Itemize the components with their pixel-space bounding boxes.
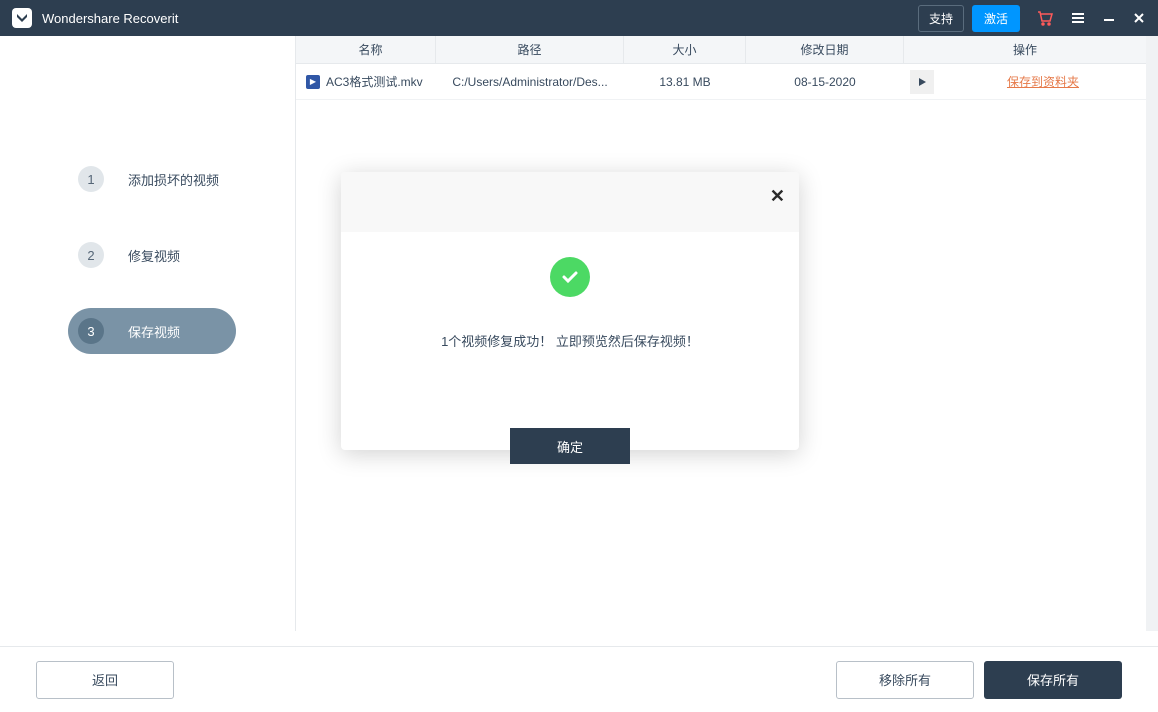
- step-number: 2: [78, 242, 104, 268]
- cart-icon[interactable]: [1036, 9, 1054, 27]
- sidebar-step-add[interactable]: 1 添加损坏的视频: [0, 156, 295, 202]
- footer: 返回 移除所有 保存所有: [0, 646, 1158, 712]
- cell-date: 08-15-2020: [746, 64, 904, 99]
- table-row[interactable]: ▶ AC3格式测试.mkv C:/Users/Administrator/Des…: [296, 64, 1146, 100]
- play-button[interactable]: [910, 70, 934, 94]
- success-check-icon: [550, 257, 590, 297]
- success-dialog: ✕ 1个视频修复成功！ 立即预览然后保存视频！ 确定: [341, 172, 799, 450]
- header-name: 名称: [296, 36, 436, 63]
- sidebar: 1 添加损坏的视频 2 修复视频 3 保存视频: [0, 36, 295, 631]
- step-label: 保存视频: [128, 322, 180, 341]
- header-action: 操作: [904, 36, 1146, 63]
- app-title: Wondershare Recoverit: [42, 11, 910, 26]
- minimize-icon[interactable]: [1102, 11, 1116, 25]
- save-all-button[interactable]: 保存所有: [984, 661, 1122, 699]
- sidebar-step-save[interactable]: 3 保存视频: [68, 308, 236, 354]
- title-bar: Wondershare Recoverit 支持 激活: [0, 0, 1158, 36]
- step-label: 修复视频: [128, 246, 180, 265]
- back-button[interactable]: 返回: [36, 661, 174, 699]
- step-number: 1: [78, 166, 104, 192]
- cell-path: C:/Users/Administrator/Des...: [436, 64, 624, 99]
- cell-action: 保存到资料夹: [940, 64, 1146, 99]
- header-path: 路径: [436, 36, 624, 63]
- video-file-icon: ▶: [306, 75, 320, 89]
- support-button[interactable]: 支持: [918, 5, 964, 32]
- file-name-text: AC3格式测试.mkv: [326, 73, 423, 90]
- cell-play: [904, 64, 940, 99]
- save-to-folder-link[interactable]: 保存到资料夹: [1007, 73, 1079, 90]
- header-size: 大小: [624, 36, 746, 63]
- dialog-message: 1个视频修复成功！ 立即预览然后保存视频！: [341, 331, 799, 350]
- step-label: 添加损坏的视频: [128, 170, 219, 189]
- remove-all-button[interactable]: 移除所有: [836, 661, 974, 699]
- activate-button[interactable]: 激活: [972, 5, 1020, 32]
- close-icon[interactable]: [1132, 11, 1146, 25]
- hamburger-menu-icon[interactable]: [1070, 10, 1086, 26]
- cell-name: ▶ AC3格式测试.mkv: [296, 64, 436, 99]
- play-icon: [917, 77, 927, 87]
- vertical-scrollbar[interactable]: [1146, 36, 1158, 631]
- dialog-close-button[interactable]: ✕: [770, 186, 785, 207]
- dialog-ok-button[interactable]: 确定: [510, 428, 630, 464]
- cell-size: 13.81 MB: [624, 64, 746, 99]
- header-date: 修改日期: [746, 36, 904, 63]
- sidebar-step-repair[interactable]: 2 修复视频: [0, 232, 295, 278]
- app-logo-icon: [12, 8, 32, 28]
- step-number: 3: [78, 318, 104, 344]
- table-header: 名称 路径 大小 修改日期 操作: [296, 36, 1146, 64]
- dialog-header: [341, 172, 799, 232]
